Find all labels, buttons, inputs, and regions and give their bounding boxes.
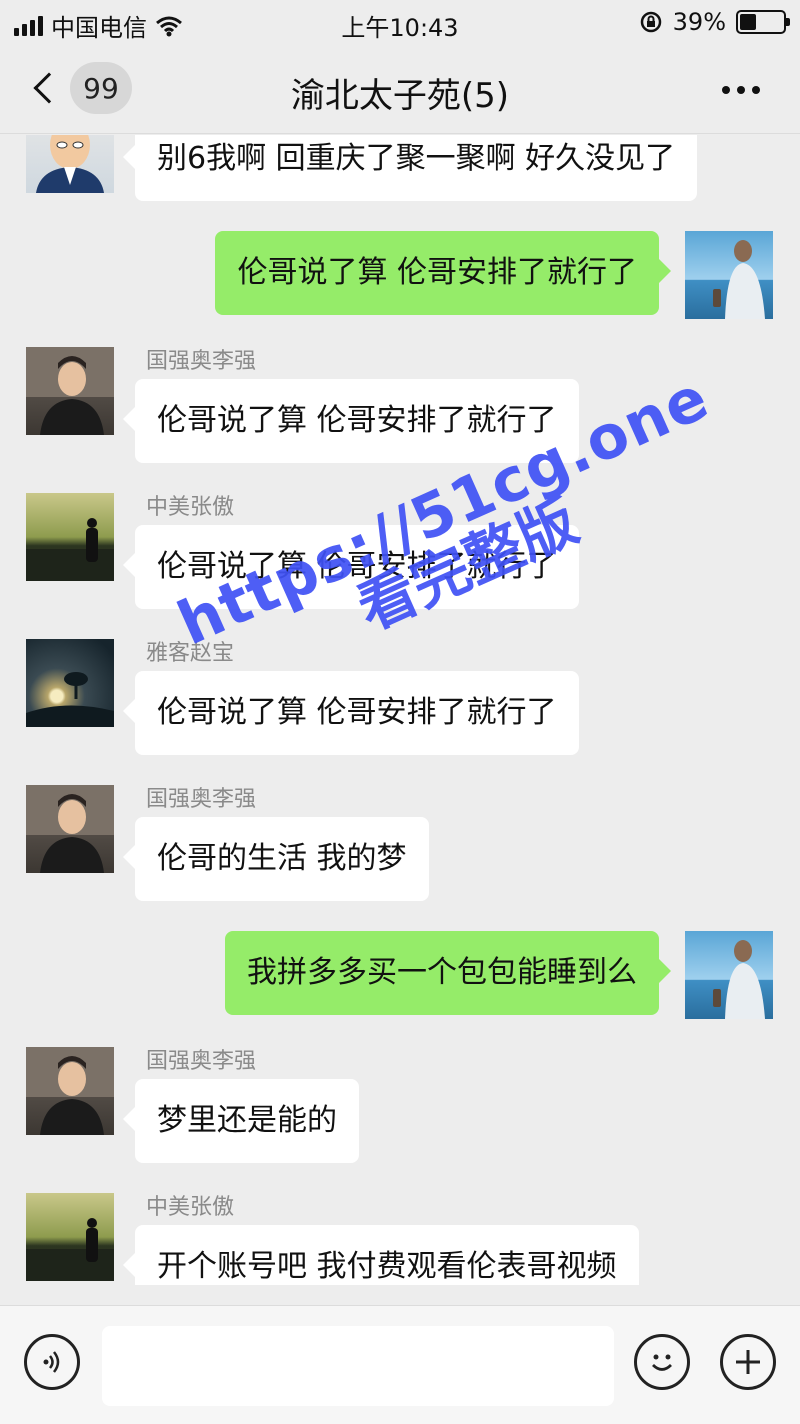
wifi-icon <box>156 16 182 36</box>
more-dot <box>752 86 760 94</box>
sender-name: 雅客赵宝 <box>146 641 235 666</box>
sender-name: 国强奥李强 <box>146 787 257 812</box>
more-dot <box>737 86 745 94</box>
chat-header: 99 渝北太子苑(5) <box>0 46 800 134</box>
beach-man-icon <box>713 240 765 319</box>
message-bubble[interactable]: 伦哥说了算 伦哥安排了就行了 <box>123 671 579 755</box>
man-portrait-icon <box>26 347 114 435</box>
avatar[interactable] <box>26 135 114 193</box>
plus-icon <box>736 1350 760 1374</box>
message-bubble[interactable]: 伦哥的生活 我的梦 <box>123 817 429 901</box>
voice-icon <box>43 1351 60 1373</box>
message-list[interactable]: 别6我啊 回重庆了聚一聚啊 好久没见了 伦哥说了算 伦哥安排了就行了 国强奥李强… <box>0 135 800 1285</box>
chevron-left-icon <box>33 72 65 104</box>
unread-badge: 99 <box>70 62 132 114</box>
status-right: 39% <box>639 8 790 36</box>
message-bubble[interactable]: 别6我啊 回重庆了聚一聚啊 好久没见了 <box>122 135 698 201</box>
back-button[interactable]: 99 <box>30 62 132 114</box>
battery-icon <box>736 10 790 34</box>
emoji-icon <box>652 1354 672 1371</box>
sender-name: 国强奥李强 <box>146 1049 257 1074</box>
avatar[interactable] <box>26 1193 114 1281</box>
battery-percent: 39% <box>672 8 726 36</box>
avatar[interactable] <box>26 785 114 873</box>
man-portrait-icon <box>26 1047 114 1135</box>
status-left: 中国电信 <box>14 8 183 43</box>
man-portrait-icon <box>26 785 114 873</box>
voice-button[interactable] <box>24 1334 80 1390</box>
night-moon-icon <box>26 672 114 727</box>
more-button[interactable] <box>722 86 760 94</box>
message-input[interactable] <box>102 1326 614 1406</box>
avatar[interactable] <box>26 347 114 435</box>
avatar[interactable] <box>685 931 773 1019</box>
message-bubble[interactable]: 伦哥说了算 伦哥安排了就行了 <box>123 379 579 463</box>
cartoon-man-icon <box>36 135 104 193</box>
sunset-silhouette-icon <box>26 518 114 581</box>
more-dot <box>722 86 730 94</box>
beach-man-icon <box>713 940 765 1019</box>
avatar[interactable] <box>26 493 114 581</box>
message-bubble[interactable]: 伦哥说了算 伦哥安排了就行了 <box>215 231 671 315</box>
message-bubble[interactable]: 梦里还是能的 <box>123 1079 359 1163</box>
avatar[interactable] <box>26 639 114 727</box>
avatar[interactable] <box>26 1047 114 1135</box>
sender-name: 中美张傲 <box>146 1195 235 1220</box>
status-bar: 中国电信 上午10:43 39% <box>0 0 800 46</box>
message-bubble[interactable]: 开个账号吧 我付费观看伦表哥视频 <box>123 1225 639 1285</box>
signal-icon <box>14 15 43 36</box>
message-bubble[interactable]: 伦哥说了算 伦哥安排了就行了 <box>123 525 579 609</box>
sunset-silhouette-icon <box>26 1218 114 1281</box>
emoji-button[interactable] <box>634 1334 690 1390</box>
plus-button[interactable] <box>720 1334 776 1390</box>
input-bar <box>0 1305 800 1424</box>
sender-name: 国强奥李强 <box>146 349 257 374</box>
rotation-lock-icon <box>640 11 661 33</box>
avatar[interactable] <box>685 231 773 319</box>
message-bubble[interactable]: 我拼多多买一个包包能睡到么 <box>225 931 671 1015</box>
battery-fill <box>740 14 757 30</box>
carrier-label: 中国电信 <box>51 14 147 42</box>
sender-name: 中美张傲 <box>146 495 235 520</box>
